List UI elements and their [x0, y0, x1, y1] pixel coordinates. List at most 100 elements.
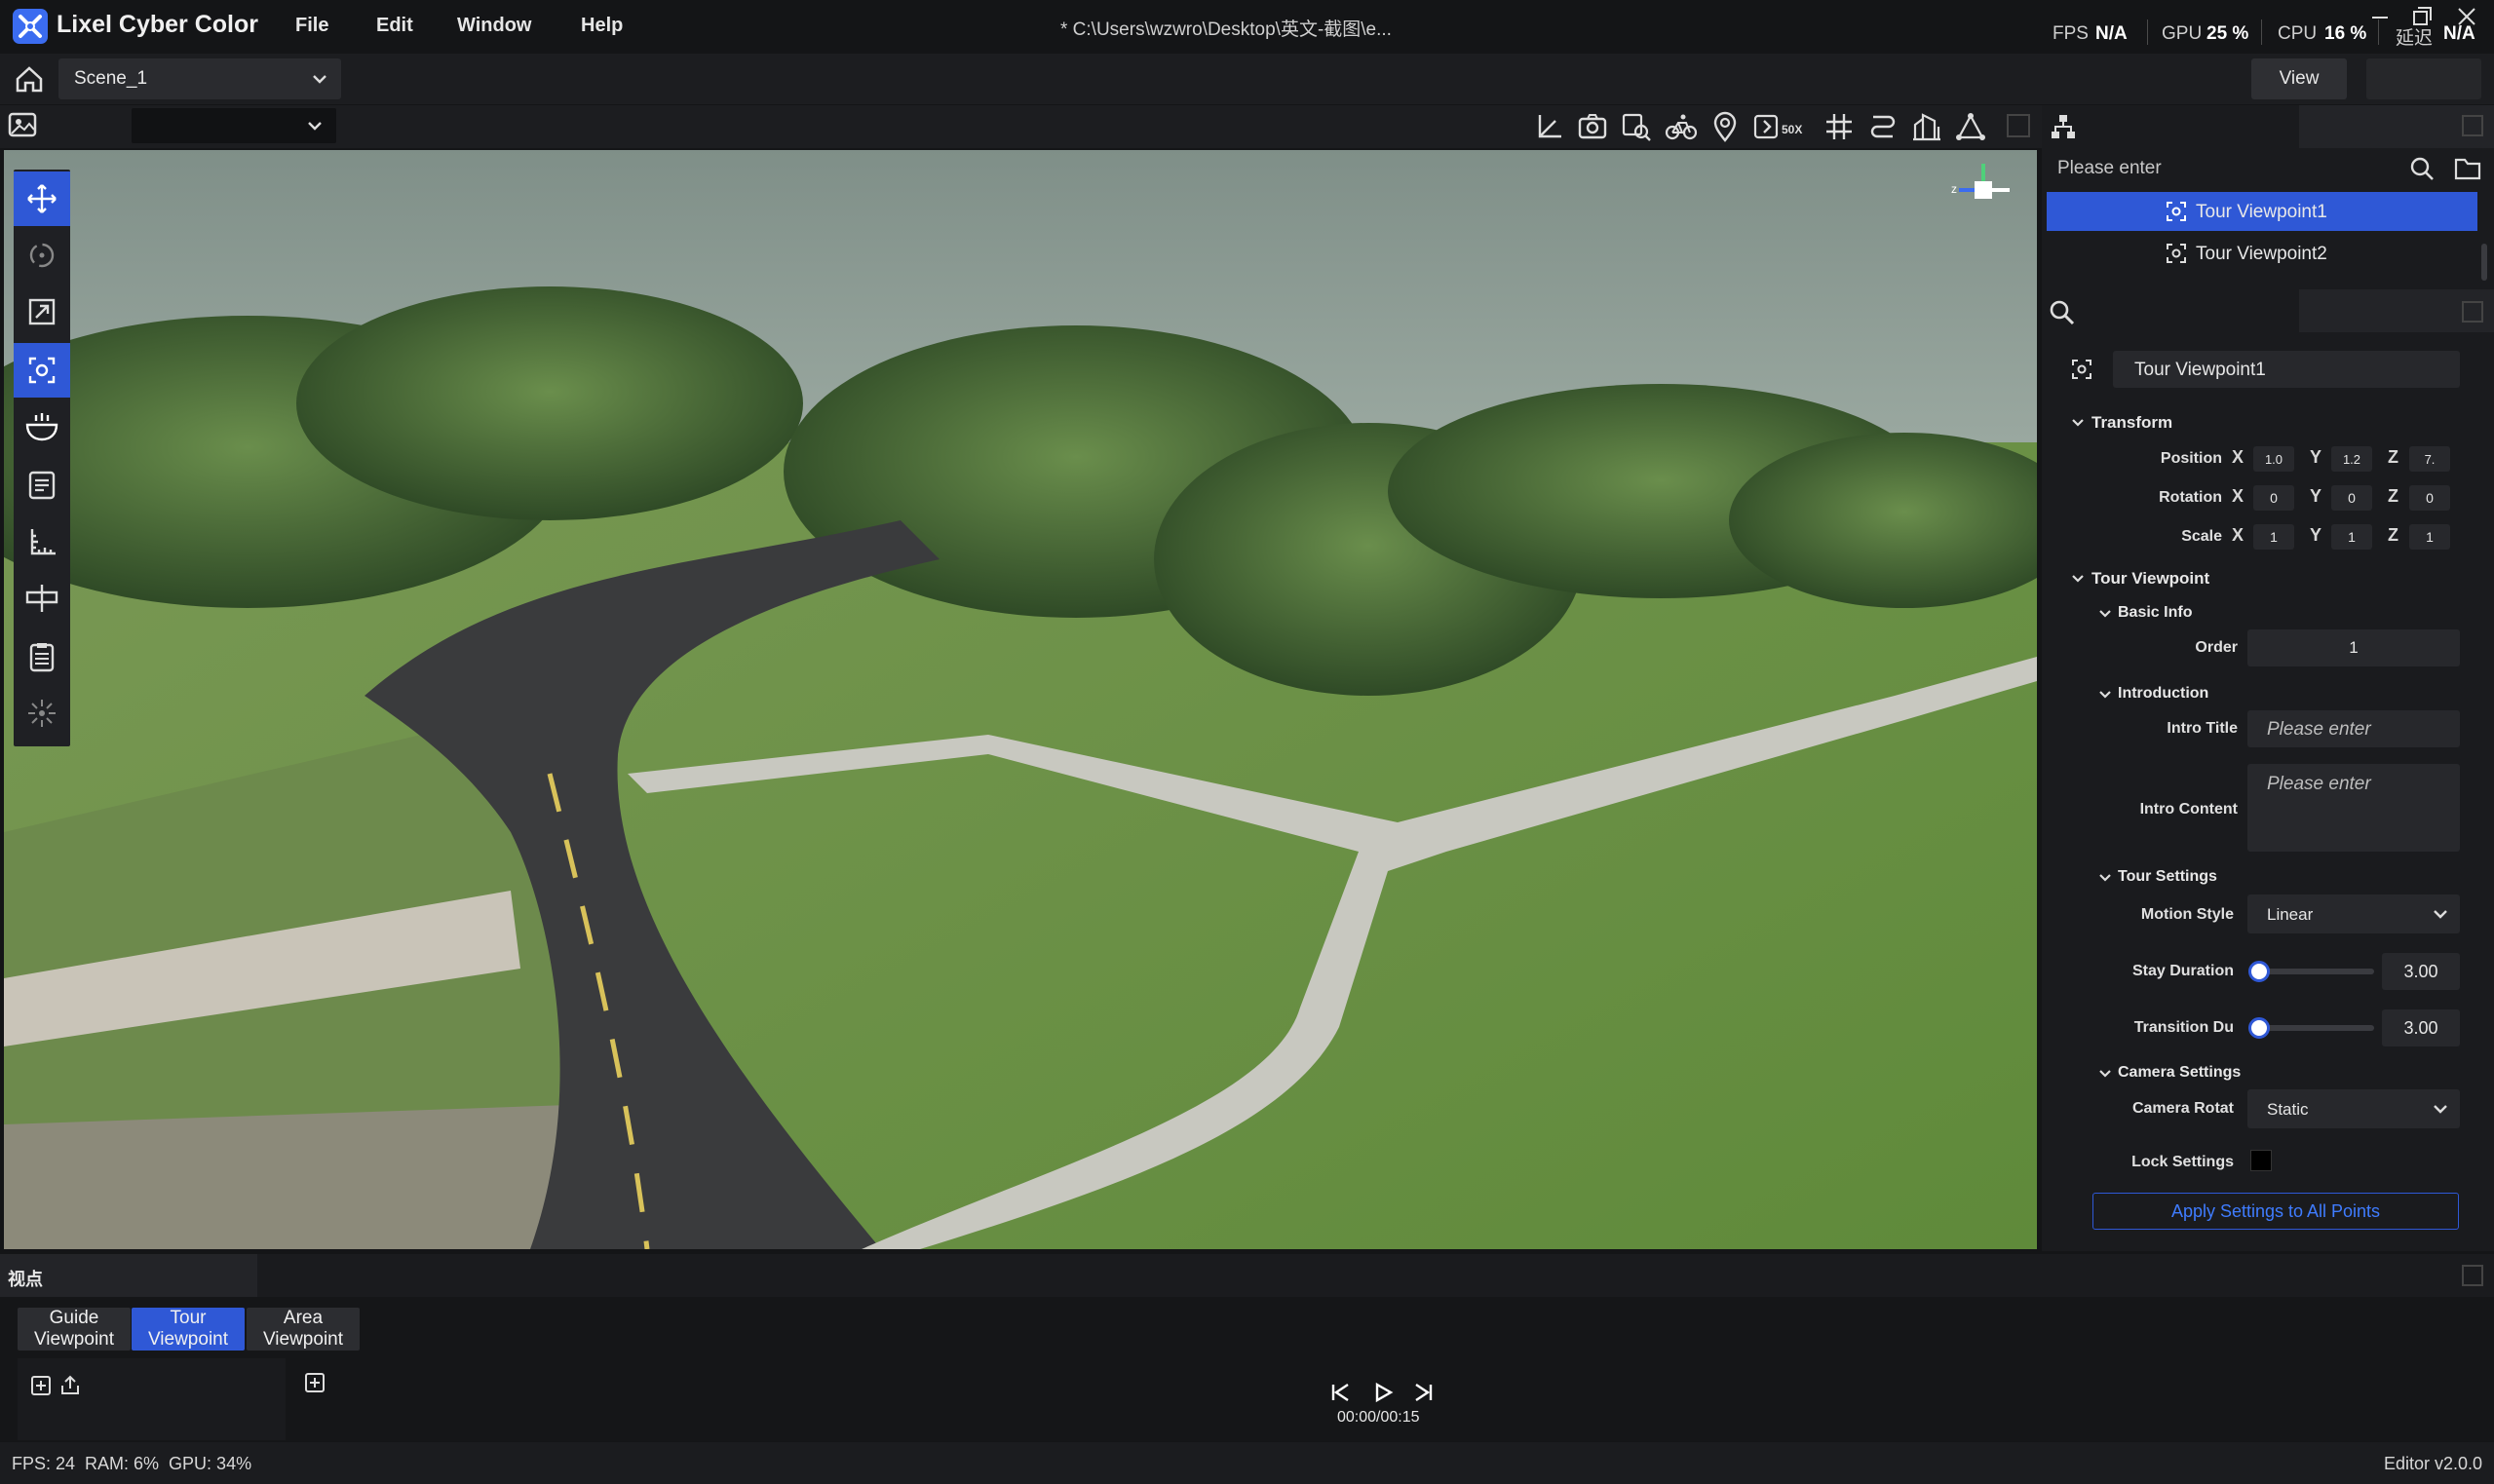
bowl-tool[interactable]	[14, 400, 70, 454]
search-viewpoint-icon[interactable]	[1621, 111, 1652, 142]
stay-duration-input[interactable]: 3.00	[2382, 953, 2460, 990]
menu-help[interactable]: Help	[581, 15, 623, 37]
transition-value: 3.00	[2403, 1017, 2438, 1038]
skip-back-icon[interactable]	[1329, 1382, 1351, 1403]
chevron-down-icon[interactable]	[2097, 870, 2113, 886]
coordinate-icon[interactable]	[1534, 111, 1565, 142]
chevron-down-icon[interactable]	[2097, 606, 2113, 622]
image-icon[interactable]	[8, 111, 37, 138]
chevron-down-icon[interactable]	[2070, 415, 2086, 431]
scale-z-stepper[interactable]: 1	[2409, 524, 2450, 550]
light-tool[interactable]	[14, 686, 70, 741]
inspector-tab[interactable]	[2042, 289, 2299, 332]
viewpoint-panel-tab[interactable]: 视点	[0, 1254, 257, 1297]
close-icon[interactable]	[2454, 4, 2479, 29]
camera-rotate-select[interactable]: Static	[2247, 1089, 2460, 1128]
axis-gizmo-icon[interactable]: z	[1949, 156, 2017, 224]
search-icon[interactable]	[2409, 156, 2435, 181]
bike-icon[interactable]	[1665, 111, 1698, 142]
rotation-z-stepper[interactable]: 0	[2409, 485, 2450, 511]
scale-y-stepper[interactable]: 1	[2331, 524, 2372, 550]
panel-grip-icon[interactable]	[2460, 299, 2485, 324]
move-tool[interactable]	[14, 171, 70, 226]
apply-all-button[interactable]: Apply Settings to All Points	[2092, 1193, 2459, 1230]
lock-settings-checkbox[interactable]	[2250, 1150, 2272, 1171]
maximize-icon[interactable]	[2409, 4, 2435, 29]
outline-search-input[interactable]: Please enter	[2057, 158, 2162, 179]
tab-area-viewpoint[interactable]: Area Viewpoint	[247, 1308, 360, 1351]
speed-label: 50X	[1782, 123, 1802, 136]
tab-guide-viewpoint[interactable]: Guide Viewpoint	[18, 1308, 131, 1351]
menu-file[interactable]: File	[295, 15, 328, 37]
signpost-icon	[24, 583, 59, 614]
chevron-down-icon	[2431, 1099, 2450, 1119]
scale-x-stepper[interactable]: 1	[2253, 524, 2294, 550]
order-field[interactable]: 1	[2247, 629, 2460, 666]
rotation-y-stepper[interactable]: 0	[2331, 485, 2372, 511]
minimize-icon[interactable]	[2368, 6, 2392, 29]
export-icon[interactable]	[59, 1374, 81, 1395]
tab-line1: Area	[283, 1308, 324, 1328]
chevron-down-icon[interactable]	[2070, 571, 2086, 587]
panel-grip-icon[interactable]	[2006, 113, 2031, 138]
3d-viewport[interactable]	[4, 150, 2037, 1249]
outline-item[interactable]: Tour Viewpoint1	[2047, 192, 2477, 231]
transition-slider[interactable]	[2248, 1017, 2374, 1039]
move-icon	[26, 183, 58, 214]
chevron-down-icon[interactable]	[2097, 687, 2113, 703]
signpost-tool[interactable]	[14, 571, 70, 626]
app-name: Lixel Cyber Color	[57, 11, 258, 38]
view-button[interactable]: View	[2251, 58, 2347, 99]
gpu-label: GPU	[2162, 23, 2203, 44]
grid-icon[interactable]	[1823, 111, 1855, 142]
rotation-x-stepper[interactable]: 0	[2253, 485, 2294, 511]
position-x-stepper[interactable]: 1.0	[2253, 446, 2294, 472]
building-icon[interactable]	[1911, 111, 1942, 142]
viewpoint-list-panel	[18, 1358, 286, 1440]
scale-tool[interactable]	[14, 285, 70, 339]
position-label: Position	[2160, 450, 2222, 467]
cpu-value: 16 %	[2324, 23, 2367, 44]
intro-content-textarea[interactable]: Please enter	[2247, 764, 2460, 852]
home-icon[interactable]	[14, 64, 45, 94]
position-y-stepper[interactable]: 1.2	[2331, 446, 2372, 472]
menu-window[interactable]: Window	[457, 15, 531, 37]
outline-tab[interactable]	[2042, 105, 2299, 148]
outline-item[interactable]: Tour Viewpoint2	[2047, 234, 2477, 273]
notes-tool[interactable]	[14, 458, 70, 513]
view-extra-button[interactable]	[2366, 58, 2481, 99]
object-name-field[interactable]: Tour Viewpoint1	[2113, 351, 2460, 388]
speed-50x-icon[interactable]: 50X	[1752, 111, 1811, 142]
motion-style-select[interactable]: Linear	[2247, 894, 2460, 933]
skip-forward-icon[interactable]	[1413, 1382, 1435, 1403]
vertex-icon[interactable]	[1955, 111, 1986, 142]
viewpoint-tool[interactable]	[14, 343, 70, 398]
position-z-stepper[interactable]: 7.	[2409, 446, 2450, 472]
clipboard-icon	[26, 641, 58, 672]
scene-select[interactable]: Scene_1	[58, 58, 341, 99]
menu-edit[interactable]: Edit	[376, 15, 413, 37]
folder-icon[interactable]	[2454, 156, 2481, 181]
scale-y-value: 1	[2348, 529, 2356, 545]
clipboard-tool[interactable]	[14, 629, 70, 684]
panel-grip-icon[interactable]	[2460, 113, 2485, 138]
location-pin-icon[interactable]	[1709, 111, 1741, 142]
camera-icon[interactable]	[1577, 111, 1608, 142]
add-icon[interactable]	[30, 1375, 52, 1396]
intro-title-input[interactable]: Please enter	[2247, 710, 2460, 747]
panel-grip-icon[interactable]	[2460, 1263, 2485, 1288]
tab-tour-viewpoint[interactable]: Tour Viewpoint	[132, 1308, 245, 1351]
measure-tool[interactable]	[14, 514, 70, 569]
transition-input[interactable]: 3.00	[2382, 1009, 2460, 1046]
axis-y-label: Y	[2310, 525, 2322, 545]
rotate-tool[interactable]	[14, 228, 70, 283]
scrollbar[interactable]	[2481, 244, 2487, 281]
route-icon[interactable]	[1867, 111, 1899, 142]
play-icon[interactable]	[1372, 1382, 1394, 1403]
axis-x-label: X	[2232, 525, 2245, 545]
viewport-mode-select[interactable]	[132, 108, 336, 143]
add-keyframe-icon[interactable]	[304, 1372, 326, 1393]
axis-z-label: Z	[2388, 447, 2398, 467]
chevron-down-icon[interactable]	[2097, 1066, 2113, 1082]
stay-duration-slider[interactable]	[2248, 961, 2374, 982]
